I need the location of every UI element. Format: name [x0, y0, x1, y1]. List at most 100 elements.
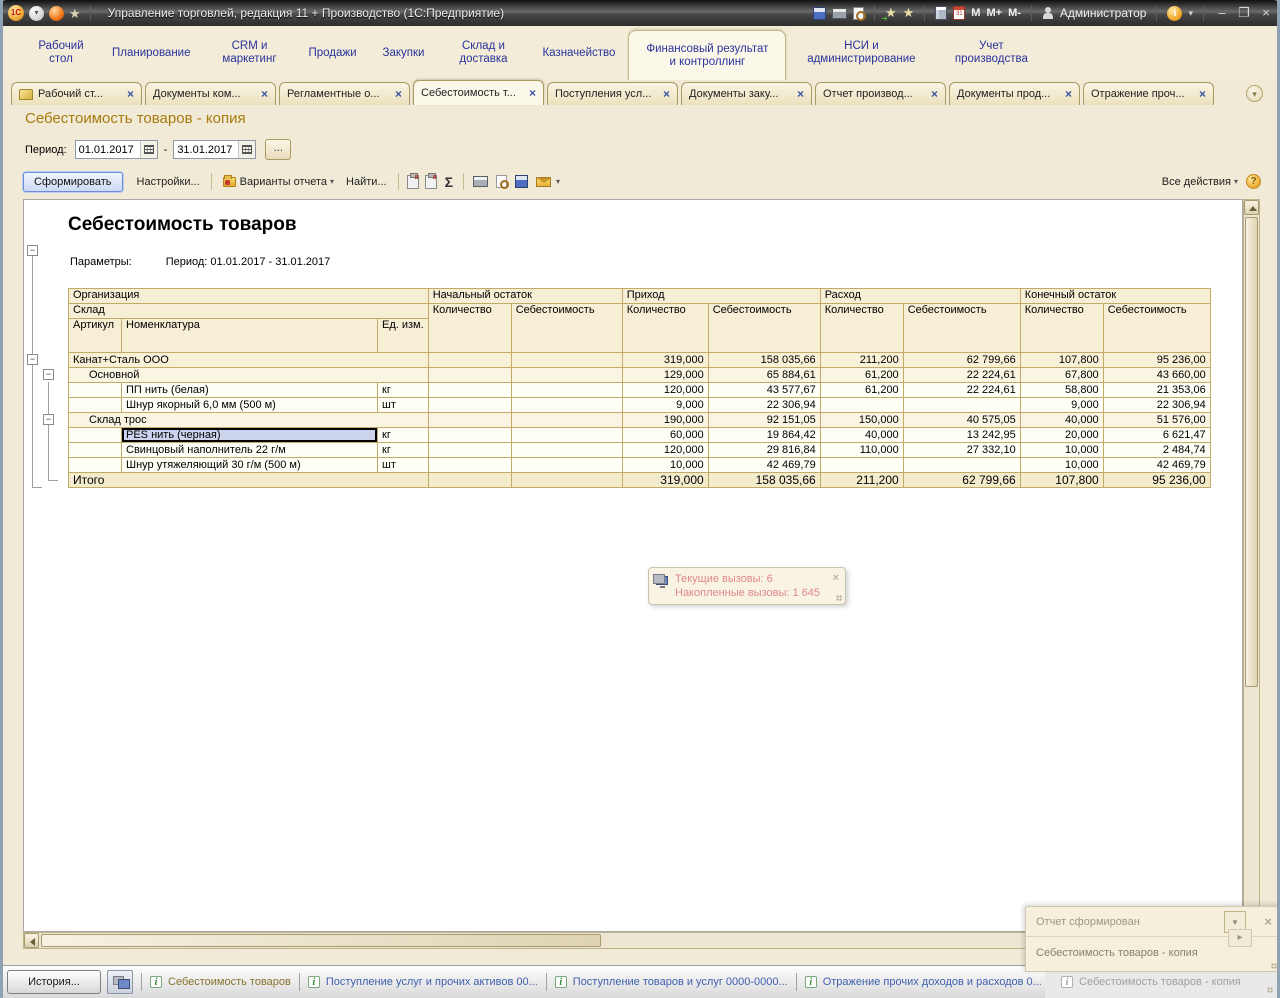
group-collapse-toggle[interactable]: −	[43, 414, 54, 425]
cell[interactable]: 22 224,61	[903, 368, 1020, 383]
cell[interactable]	[428, 353, 511, 368]
cell[interactable]: 62 799,66	[903, 473, 1020, 488]
cell[interactable]	[511, 458, 622, 473]
main-menu-button[interactable]: ▾	[29, 6, 44, 21]
close-icon[interactable]: ×	[395, 87, 402, 101]
period-more-button[interactable]: ...	[265, 139, 291, 160]
cell[interactable]	[69, 443, 122, 458]
cell[interactable]: 92 151,05	[708, 413, 820, 428]
cell[interactable]	[511, 353, 622, 368]
cell[interactable]	[69, 398, 122, 413]
cell[interactable]: 107,800	[1020, 473, 1103, 488]
section-tab[interactable]: НСИ и администрирование	[786, 38, 936, 68]
calendar-picker-button[interactable]	[238, 141, 255, 158]
cell[interactable]	[511, 428, 622, 443]
section-tab[interactable]: Финансовый результат и контроллинг	[628, 30, 786, 80]
section-tab[interactable]: Казначейство	[529, 45, 628, 62]
cell[interactable]	[820, 398, 903, 413]
section-tab[interactable]: CRM и маркетинг	[203, 38, 295, 68]
cell[interactable]: 29 816,84	[708, 443, 820, 458]
taskbar-item[interactable]: iОтражение прочих доходов и расходов 0..…	[805, 976, 1042, 988]
cell[interactable]: 40,000	[820, 428, 903, 443]
close-icon[interactable]: ×	[1065, 87, 1072, 101]
add-favorite-icon[interactable]: ★	[885, 5, 897, 21]
memory-plus-button[interactable]: M+	[986, 7, 1002, 19]
section-tab[interactable]: Закупки	[370, 45, 438, 62]
cell[interactable]: 110,000	[820, 443, 903, 458]
group-collapse-toggle[interactable]: −	[43, 369, 54, 380]
cell[interactable]	[428, 473, 511, 488]
calculator-icon[interactable]	[935, 6, 947, 20]
cell[interactable]: 13 242,95	[903, 428, 1020, 443]
cell[interactable]: 43 577,67	[708, 383, 820, 398]
cell[interactable]: Шнур утяжеляющий 30 г/м (500 м)	[122, 458, 378, 473]
favorites-star-icon[interactable]: ★	[69, 6, 81, 21]
cell[interactable]: 61,200	[820, 383, 903, 398]
calendar-icon[interactable]: 31	[953, 6, 965, 20]
section-tab[interactable]: Планирование	[99, 45, 203, 62]
cell[interactable]: 22 306,94	[1103, 398, 1210, 413]
cell[interactable]: шт	[378, 458, 429, 473]
cell[interactable]: 65 884,61	[708, 368, 820, 383]
close-icon[interactable]: ×	[931, 87, 938, 101]
group-collapse-toggle[interactable]: −	[27, 245, 38, 256]
cell[interactable]: 190,000	[622, 413, 708, 428]
memory-button[interactable]: M	[971, 7, 980, 19]
cell[interactable]: 129,000	[622, 368, 708, 383]
cell[interactable]: 107,800	[1020, 353, 1103, 368]
settings-button[interactable]: Настройки...	[131, 173, 206, 191]
close-icon[interactable]: ×	[833, 572, 839, 584]
cell[interactable]: 158 035,66	[708, 353, 820, 368]
close-icon[interactable]: ×	[1199, 87, 1206, 101]
cell[interactable]: 6 621,47	[1103, 428, 1210, 443]
doc-tab[interactable]: Документы заку...×	[681, 82, 812, 105]
cell[interactable]: 120,000	[622, 383, 708, 398]
tab-overflow-button[interactable]: ▾	[1246, 85, 1263, 102]
cell[interactable]	[820, 458, 903, 473]
cell[interactable]: кг	[378, 428, 429, 443]
cell[interactable]: 9,000	[622, 398, 708, 413]
close-icon[interactable]: ×	[127, 87, 134, 101]
cell[interactable]: 158 035,66	[708, 473, 820, 488]
selected-cell[interactable]: PES нить (черная)	[122, 428, 378, 443]
cell[interactable]: 42 469,79	[1103, 458, 1210, 473]
maximize-button[interactable]: ❐	[1236, 5, 1252, 21]
report-variants-button[interactable]: Варианты отчета ▾	[217, 173, 340, 191]
cell[interactable]: Свинцовый наполнитель 22 г/м	[122, 443, 378, 458]
cell[interactable]: кг	[378, 443, 429, 458]
memory-minus-button[interactable]: M-	[1008, 7, 1021, 19]
doc-tab[interactable]: Документы прод...×	[949, 82, 1080, 105]
cell[interactable]	[428, 443, 511, 458]
sum-icon[interactable]: Σ	[445, 174, 453, 190]
cell[interactable]: 2 484,74	[1103, 443, 1210, 458]
cell[interactable]: 27 332,10	[903, 443, 1020, 458]
section-tab[interactable]: Учет производства	[936, 38, 1046, 68]
doc-tab[interactable]: Поступления усл...×	[547, 82, 678, 105]
close-icon[interactable]: ×	[1264, 914, 1272, 929]
doc-tab[interactable]: Рабочий ст...×	[11, 82, 142, 105]
cell[interactable]	[428, 413, 511, 428]
vertical-scrollbar[interactable]	[1243, 199, 1260, 949]
cell[interactable]: Основной	[69, 368, 429, 383]
close-icon[interactable]: ×	[663, 87, 670, 101]
cell[interactable]	[511, 473, 622, 488]
find-button[interactable]: Найти...	[340, 173, 393, 191]
section-tab[interactable]: Продажи	[295, 45, 369, 62]
save-icon[interactable]	[813, 7, 826, 20]
help-icon[interactable]: ?	[1246, 174, 1261, 189]
cell[interactable]	[69, 383, 122, 398]
cell[interactable]: 10,000	[1020, 458, 1103, 473]
save-icon[interactable]	[515, 175, 528, 188]
doc-tab[interactable]: Себестоимость т...×	[413, 80, 544, 105]
print-icon[interactable]	[832, 8, 847, 19]
cell[interactable]: 22 306,94	[708, 398, 820, 413]
cell[interactable]	[903, 458, 1020, 473]
cell[interactable]: 10,000	[622, 458, 708, 473]
resize-grip[interactable]	[1271, 963, 1277, 969]
cell[interactable]: 67,800	[1020, 368, 1103, 383]
cell[interactable]: шт	[378, 398, 429, 413]
cell[interactable]	[69, 428, 122, 443]
open-report-button[interactable]: ▸	[1228, 929, 1252, 947]
calendar-picker-button[interactable]	[140, 141, 157, 158]
scroll-up-button[interactable]	[1244, 200, 1259, 215]
